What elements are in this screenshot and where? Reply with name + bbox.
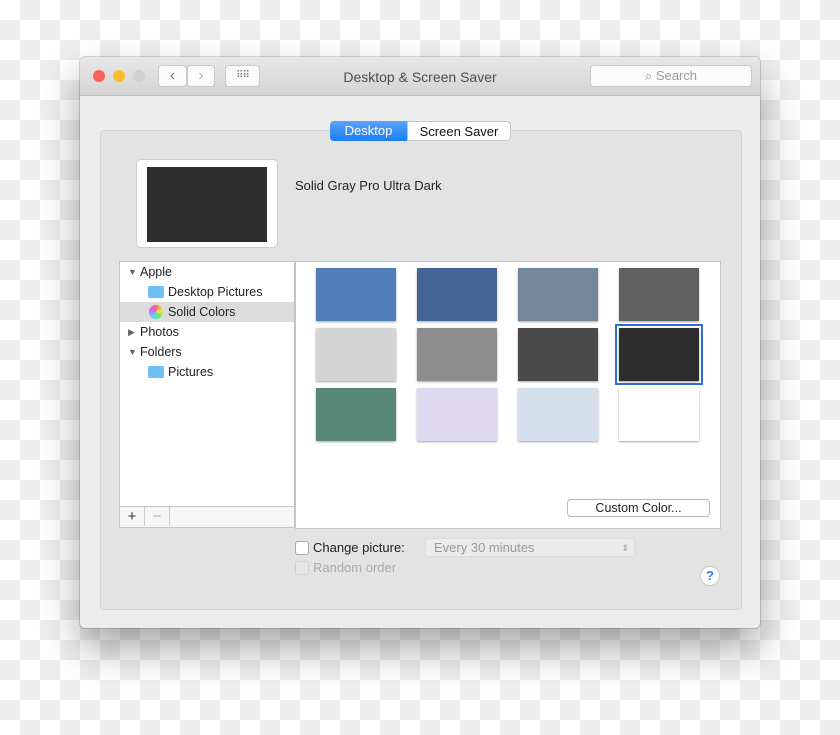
disclosure-down-icon: ▼ [128,267,137,277]
random-order-label: Random order [313,560,397,575]
disclosure-right-icon: ▶ [128,327,135,337]
picture-name: Solid Gray Pro Ultra Dark [295,178,442,193]
color-swatch[interactable] [615,324,703,385]
color-swatch[interactable] [518,268,598,321]
source-desktop-pictures[interactable]: Desktop Pictures [120,282,294,302]
source-list: ▼ Apple Desktop Pictures Solid Colors ▶ Ph… [119,261,295,528]
folder-icon [148,286,164,298]
color-swatch[interactable] [417,388,497,441]
preferences-window: ‹ › ⠿⠿ Desktop & Screen Saver ⌕ Search D… [80,57,760,628]
updown-chevron-icon: ⇕ [621,543,629,553]
source-apple[interactable]: ▼ Apple [120,262,294,282]
source-folders[interactable]: ▼ Folders [120,342,294,362]
interval-select[interactable]: Every 30 minutes ⇕ [425,538,635,557]
color-grid: Custom Color... [295,261,721,529]
desktop-preview [137,160,277,247]
color-swatch[interactable] [417,328,497,381]
search-icon: ⌕ [644,68,656,83]
source-solid-colors[interactable]: Solid Colors [120,302,294,322]
change-picture-checkbox[interactable] [295,541,309,555]
color-swatch[interactable] [518,388,598,441]
search-field[interactable]: ⌕ Search [590,65,752,87]
color-swatch[interactable] [417,268,497,321]
random-order-checkbox[interactable] [295,561,309,575]
help-button[interactable]: ? [700,566,720,586]
source-pictures[interactable]: Pictures [120,362,294,382]
add-folder-button[interactable]: + [120,507,145,526]
custom-color-button[interactable]: Custom Color... [567,499,710,517]
tab-desktop[interactable]: Desktop [330,121,407,141]
pictures-folder-icon [148,366,164,378]
source-list-toolbar: + − [120,506,294,527]
color-swatch[interactable] [518,328,598,381]
color-wheel-icon [149,305,163,319]
title-bar: ‹ › ⠿⠿ Desktop & Screen Saver ⌕ Search [80,57,760,96]
color-swatch[interactable] [619,268,699,321]
change-picture-label: Change picture: [313,540,405,555]
color-swatch[interactable] [316,328,396,381]
color-swatch[interactable] [316,268,396,321]
color-swatch[interactable] [619,388,699,441]
remove-folder-button[interactable]: − [145,507,170,526]
disclosure-down-icon: ▼ [128,347,137,357]
color-swatch[interactable] [316,388,396,441]
tab-screen-saver[interactable]: Screen Saver [407,121,511,141]
source-photos[interactable]: ▶ Photos [120,322,294,342]
